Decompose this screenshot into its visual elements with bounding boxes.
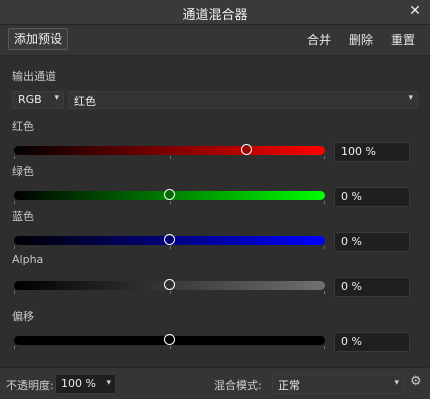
slider-tick [169, 246, 171, 249]
slider-tick [324, 291, 325, 294]
slider-tick [169, 346, 171, 349]
alpha-slider-ticks [14, 291, 325, 294]
slider-tick [169, 291, 171, 294]
blue-slider-ticks [14, 246, 325, 249]
slider-tick [324, 246, 325, 249]
slider-tick [14, 156, 15, 159]
slider-tick [14, 201, 15, 204]
output-channel-value: 红色 [74, 95, 96, 108]
green-slider-thumb[interactable] [163, 189, 175, 200]
red-value-text: 100 % [341, 145, 376, 158]
alpha-slider-thumb[interactable] [163, 279, 175, 290]
offset-label: 偏移 [12, 310, 34, 323]
offset-slider-thumb[interactable] [163, 334, 175, 345]
red-value-field[interactable]: 100 % [334, 142, 410, 162]
green-label: 绿色 [12, 165, 34, 178]
merge-button[interactable]: 合并 [307, 31, 331, 48]
toolbar: 添加预设 合并 删除 重置 [0, 25, 430, 56]
window-title: 通道混合器 [182, 8, 248, 23]
offset-value-field[interactable]: 0 % [334, 332, 410, 352]
chevron-down-icon: ▾ [106, 378, 111, 388]
slider-tick [14, 346, 15, 349]
offset-value-text: 0 % [341, 335, 362, 348]
opacity-value: 100 % [61, 377, 96, 390]
blue-label: 蓝色 [12, 210, 34, 223]
slider-tick [324, 201, 325, 204]
close-icon[interactable]: ✕ [406, 2, 424, 20]
color-mode-value: RGB [18, 93, 42, 106]
chevron-down-icon: ▾ [54, 93, 59, 103]
gear-icon[interactable]: ⚙ [410, 374, 422, 389]
slider-tick [324, 156, 325, 159]
blend-mode-select[interactable]: 正常 ▾ [272, 374, 404, 394]
chevron-down-icon: ▾ [394, 378, 399, 388]
alpha-value-field[interactable]: 0 % [334, 277, 410, 297]
green-value-field[interactable]: 0 % [334, 187, 410, 207]
add-preset-button[interactable]: 添加预设 [8, 28, 69, 50]
footer-bar: 不透明度: 100 % ▾ 混合模式: 正常 ▾ ⚙ [0, 367, 430, 399]
opacity-field[interactable]: 100 % ▾ [55, 374, 116, 394]
alpha-label: Alpha [12, 253, 44, 266]
slider-tick [14, 291, 15, 294]
output-channel-select[interactable]: 红色 ▾ [68, 91, 418, 109]
green-value-text: 0 % [341, 190, 362, 203]
red-slider-track[interactable] [14, 146, 325, 155]
title-bar: 通道混合器 ✕ [0, 0, 430, 25]
blue-value-text: 0 % [341, 235, 362, 248]
blue-value-field[interactable]: 0 % [334, 232, 410, 252]
slider-tick [169, 201, 171, 204]
output-channel-label: 输出通道 [12, 70, 56, 83]
slider-tick [14, 246, 15, 249]
alpha-value-text: 0 % [341, 280, 362, 293]
slider-tick [169, 156, 171, 159]
color-mode-select[interactable]: RGB ▾ [12, 91, 64, 109]
red-label: 红色 [12, 120, 34, 133]
blend-mode-label: 混合模式: [214, 379, 262, 392]
green-slider-ticks [14, 201, 325, 204]
red-slider-ticks [14, 156, 325, 159]
slider-tick [324, 346, 325, 349]
chevron-down-icon: ▾ [408, 93, 413, 103]
offset-slider-ticks [14, 346, 325, 349]
reset-button[interactable]: 重置 [391, 31, 415, 48]
delete-button[interactable]: 删除 [349, 31, 373, 48]
blue-slider-thumb[interactable] [163, 234, 175, 245]
blend-mode-value: 正常 [278, 379, 300, 392]
opacity-label: 不透明度: [6, 379, 54, 392]
